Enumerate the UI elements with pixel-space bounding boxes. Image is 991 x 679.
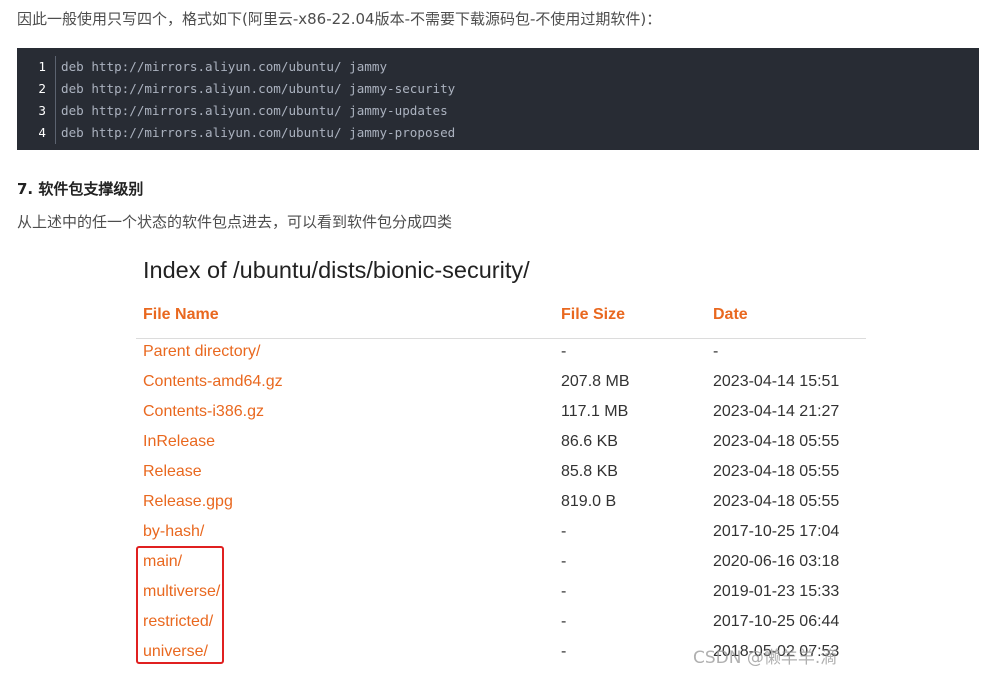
file-link[interactable]: Contents-i386.gz (143, 403, 264, 421)
table-row: multiverse/ - 2019-01-23 15:33 (136, 583, 866, 613)
file-size: - (561, 583, 567, 600)
code-text: deb http://mirrors.aliyun.com/ubuntu/ ja… (61, 103, 448, 118)
line-number: 2 (17, 78, 56, 100)
section-title: 7. 软件包支撑级别 (17, 180, 144, 198)
table-row: Contents-amd64.gz 207.8 MB 2023-04-14 15… (136, 373, 866, 403)
file-date: 2019-01-23 15:33 (713, 583, 840, 600)
file-size: 819.0 B (561, 493, 617, 510)
file-date: - (713, 343, 719, 360)
intro-text: 因此一般使用只写四个，格式如下(阿里云-x86-22.04版本-不需要下载源码包… (17, 10, 662, 28)
file-size: - (561, 343, 567, 360)
file-size: 85.8 KB (561, 463, 618, 480)
table-row: Contents-i386.gz 117.1 MB 2023-04-14 21:… (136, 403, 866, 433)
table-row: Release.gpg 819.0 B 2023-04-18 05:55 (136, 493, 866, 523)
header-file-size[interactable]: File Size (561, 306, 625, 324)
header-file-name[interactable]: File Name (143, 306, 219, 324)
code-text: deb http://mirrors.aliyun.com/ubuntu/ ja… (61, 81, 456, 96)
file-date: 2017-10-25 17:04 (713, 523, 840, 540)
file-date: 2023-04-14 21:27 (713, 403, 840, 420)
code-line: 4 deb http://mirrors.aliyun.com/ubuntu/ … (17, 122, 979, 144)
file-size: 86.6 KB (561, 433, 618, 450)
file-date: 2020-06-16 03:18 (713, 553, 840, 570)
file-size: 117.1 MB (561, 403, 629, 420)
table-row: Parent directory/ - - (136, 343, 866, 373)
code-text: deb http://mirrors.aliyun.com/ubuntu/ ja… (61, 125, 456, 140)
table-row: InRelease 86.6 KB 2023-04-18 05:55 (136, 433, 866, 463)
file-link[interactable]: InRelease (143, 433, 215, 451)
table-row: restricted/ - 2017-10-25 06:44 (136, 613, 866, 643)
table-row: Release 85.8 KB 2023-04-18 05:55 (136, 463, 866, 493)
file-date: 2017-10-25 06:44 (713, 613, 840, 630)
line-number: 3 (17, 100, 56, 122)
code-block: 1 deb http://mirrors.aliyun.com/ubuntu/ … (17, 48, 979, 150)
file-size: 207.8 MB (561, 373, 630, 390)
file-link[interactable]: Contents-amd64.gz (143, 373, 283, 391)
section-description: 从上述中的任一个状态的软件包点进去，可以看到软件包分成四类 (17, 213, 453, 231)
code-line: 3 deb http://mirrors.aliyun.com/ubuntu/ … (17, 100, 979, 122)
file-link[interactable]: Release (143, 463, 202, 481)
line-number: 4 (17, 122, 56, 144)
file-size: - (561, 553, 567, 570)
file-date: 2023-04-14 15:51 (713, 373, 840, 390)
file-size: - (561, 613, 567, 630)
file-link[interactable]: Release.gpg (143, 493, 233, 511)
file-link[interactable]: Parent directory/ (143, 343, 260, 361)
table-row: main/ - 2020-06-16 03:18 (136, 553, 866, 583)
code-line: 1 deb http://mirrors.aliyun.com/ubuntu/ … (17, 56, 979, 78)
watermark: CSDN @懒羊羊.滴 (693, 648, 838, 668)
line-number: 1 (17, 56, 56, 78)
code-line: 2 deb http://mirrors.aliyun.com/ubuntu/ … (17, 78, 979, 100)
file-size: - (561, 523, 567, 540)
header-date[interactable]: Date (713, 306, 748, 324)
file-link[interactable]: by-hash/ (143, 523, 204, 541)
file-size: - (561, 643, 567, 660)
highlight-box (136, 546, 224, 664)
table-row: by-hash/ - 2017-10-25 17:04 (136, 523, 866, 553)
table-header: File Name File Size Date (136, 306, 866, 339)
code-text: deb http://mirrors.aliyun.com/ubuntu/ ja… (61, 59, 388, 74)
file-date: 2023-04-18 05:55 (713, 463, 840, 480)
file-date: 2023-04-18 05:55 (713, 493, 840, 510)
index-title: Index of /ubuntu/dists/bionic-security/ (143, 257, 530, 283)
file-date: 2023-04-18 05:55 (713, 433, 840, 450)
